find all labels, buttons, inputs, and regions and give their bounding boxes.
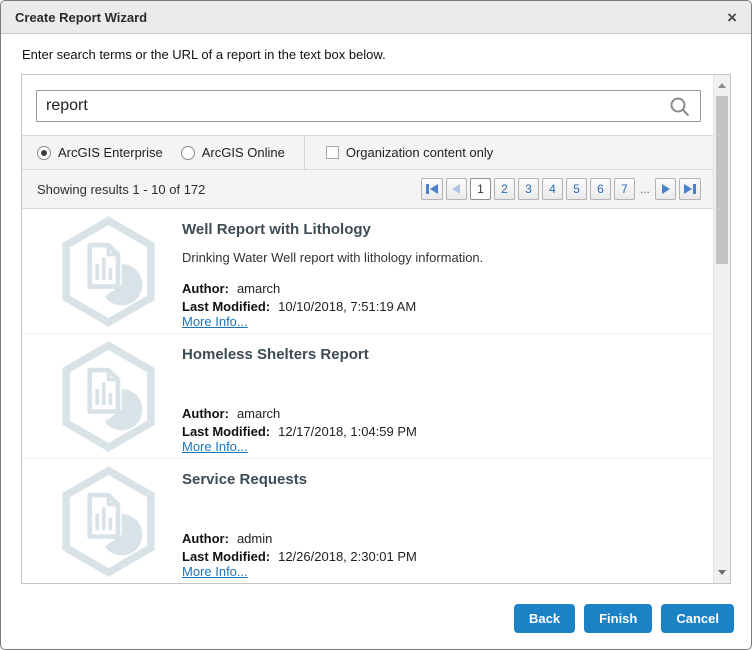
- radio-arcgis-enterprise-label[interactable]: ArcGIS Enterprise: [58, 145, 163, 160]
- modified-value: 12/26/2018, 2:30:01 PM: [278, 549, 417, 564]
- more-info-link[interactable]: More Info...: [182, 439, 248, 454]
- result-title: Homeless Shelters Report: [182, 346, 369, 363]
- result-item-2[interactable]: Homeless Shelters Report Author: amarch L…: [22, 334, 713, 459]
- cancel-button[interactable]: Cancel: [661, 604, 734, 633]
- result-text-column: Service Requests Author: admin Last Modif…: [182, 459, 699, 583]
- page-button-3[interactable]: 3: [517, 178, 539, 200]
- result-meta: Author: amarch Last Modified: 10/10/2018, …: [182, 280, 416, 316]
- results-list: Well Report with Lithology Drinking Wate…: [22, 208, 713, 583]
- more-info-link[interactable]: More Info...: [182, 564, 248, 579]
- checkbox-icon[interactable]: [325, 146, 339, 159]
- page-button-6[interactable]: 6: [589, 178, 611, 200]
- back-button[interactable]: Back: [514, 604, 576, 633]
- result-text-column: Homeless Shelters Report Author: amarch L…: [182, 334, 699, 458]
- search-results-panel: ArcGIS Enterprise ArcGIS Online Organiza…: [21, 74, 731, 584]
- modified-value: 10/10/2018, 7:51:19 AM: [278, 299, 417, 314]
- modified-label: Last Modified:: [182, 424, 271, 439]
- scrollbar-down-button[interactable]: [714, 564, 730, 581]
- first-page-button[interactable]: [420, 178, 443, 200]
- next-page-button[interactable]: [655, 178, 676, 200]
- scrollbar-up-button[interactable]: [714, 77, 730, 94]
- radio-arcgis-online-label[interactable]: ArcGIS Online: [202, 145, 285, 160]
- modified-value: 12/17/2018, 1:04:59 PM: [278, 424, 417, 439]
- author-value: amarch: [236, 406, 281, 421]
- create-report-wizard-dialog: Create Report Wizard × Enter search term…: [0, 0, 752, 650]
- result-meta: Author: amarch Last Modified: 12/17/2018, …: [182, 405, 417, 441]
- author-value: admin: [236, 531, 273, 546]
- scrollbar-down-icon: [718, 570, 726, 575]
- more-info-link[interactable]: More Info...: [182, 314, 248, 329]
- result-item-3[interactable]: Service Requests Author: admin Last Modif…: [22, 459, 713, 583]
- scrollbar[interactable]: [713, 75, 730, 583]
- author-label: Author:: [182, 281, 229, 296]
- modified-label: Last Modified:: [182, 549, 271, 564]
- radio-selected-icon[interactable]: [37, 145, 51, 160]
- title-bar: Create Report Wizard ×: [1, 1, 751, 34]
- scrollbar-thumb[interactable]: [716, 96, 728, 264]
- page-button-7[interactable]: 7: [613, 178, 635, 200]
- search-icon[interactable]: [669, 96, 691, 118]
- close-icon[interactable]: ×: [727, 9, 737, 26]
- author-label: Author:: [182, 531, 229, 546]
- author-label: Author:: [182, 406, 229, 421]
- first-page-icon: [425, 184, 429, 194]
- instruction-text: Enter search terms or the URL of a repor…: [22, 47, 386, 62]
- result-item-1[interactable]: Well Report with Lithology Drinking Wate…: [22, 209, 713, 334]
- radio-unselected-icon[interactable]: [180, 145, 195, 160]
- filter-divider: [303, 135, 305, 170]
- radio-arcgis-enterprise[interactable]: ArcGIS Enterprise: [37, 145, 163, 160]
- next-page-icon: [661, 184, 670, 194]
- footer-buttons: Back Finish Cancel: [514, 604, 734, 633]
- result-title: Well Report with Lithology: [182, 221, 371, 238]
- result-meta: Author: admin Last Modified: 12/26/2018, 2…: [182, 530, 417, 566]
- dialog-title: Create Report Wizard: [15, 9, 148, 25]
- results-summary: Showing results 1 - 10 of 172: [37, 181, 206, 197]
- page-button-4[interactable]: 4: [541, 178, 563, 200]
- org-content-checkbox[interactable]: Organization content only: [325, 145, 493, 160]
- result-description: Drinking Water Well report with litholog…: [182, 250, 484, 265]
- pagination: 1 2 3 4 5 6 7 ...: [420, 178, 701, 200]
- search-input[interactable]: [36, 90, 701, 122]
- org-content-checkbox-label[interactable]: Organization content only: [346, 145, 493, 160]
- prev-page-button[interactable]: [445, 178, 467, 200]
- radio-arcgis-online[interactable]: ArcGIS Online: [180, 145, 285, 160]
- results-header: Showing results 1 - 10 of 172 1 2 3 4 5 …: [22, 169, 713, 208]
- page-button-1[interactable]: 1: [469, 178, 491, 200]
- finish-button[interactable]: Finish: [584, 604, 653, 633]
- result-text-column: Well Report with Lithology Drinking Wate…: [182, 209, 699, 333]
- filter-row: ArcGIS Enterprise ArcGIS Online Organiza…: [22, 135, 713, 170]
- search-row: [22, 75, 713, 135]
- modified-label: Last Modified:: [182, 299, 271, 314]
- report-icon: [62, 216, 155, 327]
- prev-page-icon: [452, 184, 461, 194]
- result-title: Service Requests: [182, 471, 308, 488]
- report-icon: [62, 341, 155, 452]
- last-page-button[interactable]: [679, 178, 701, 200]
- page-ellipsis: ...: [639, 182, 650, 196]
- last-page-icon: [684, 184, 692, 194]
- page-button-2[interactable]: 2: [493, 178, 515, 200]
- scrollbar-up-icon: [718, 83, 726, 88]
- page-button-5[interactable]: 5: [565, 178, 587, 200]
- author-value: amarch: [236, 281, 281, 296]
- report-icon: [62, 466, 155, 577]
